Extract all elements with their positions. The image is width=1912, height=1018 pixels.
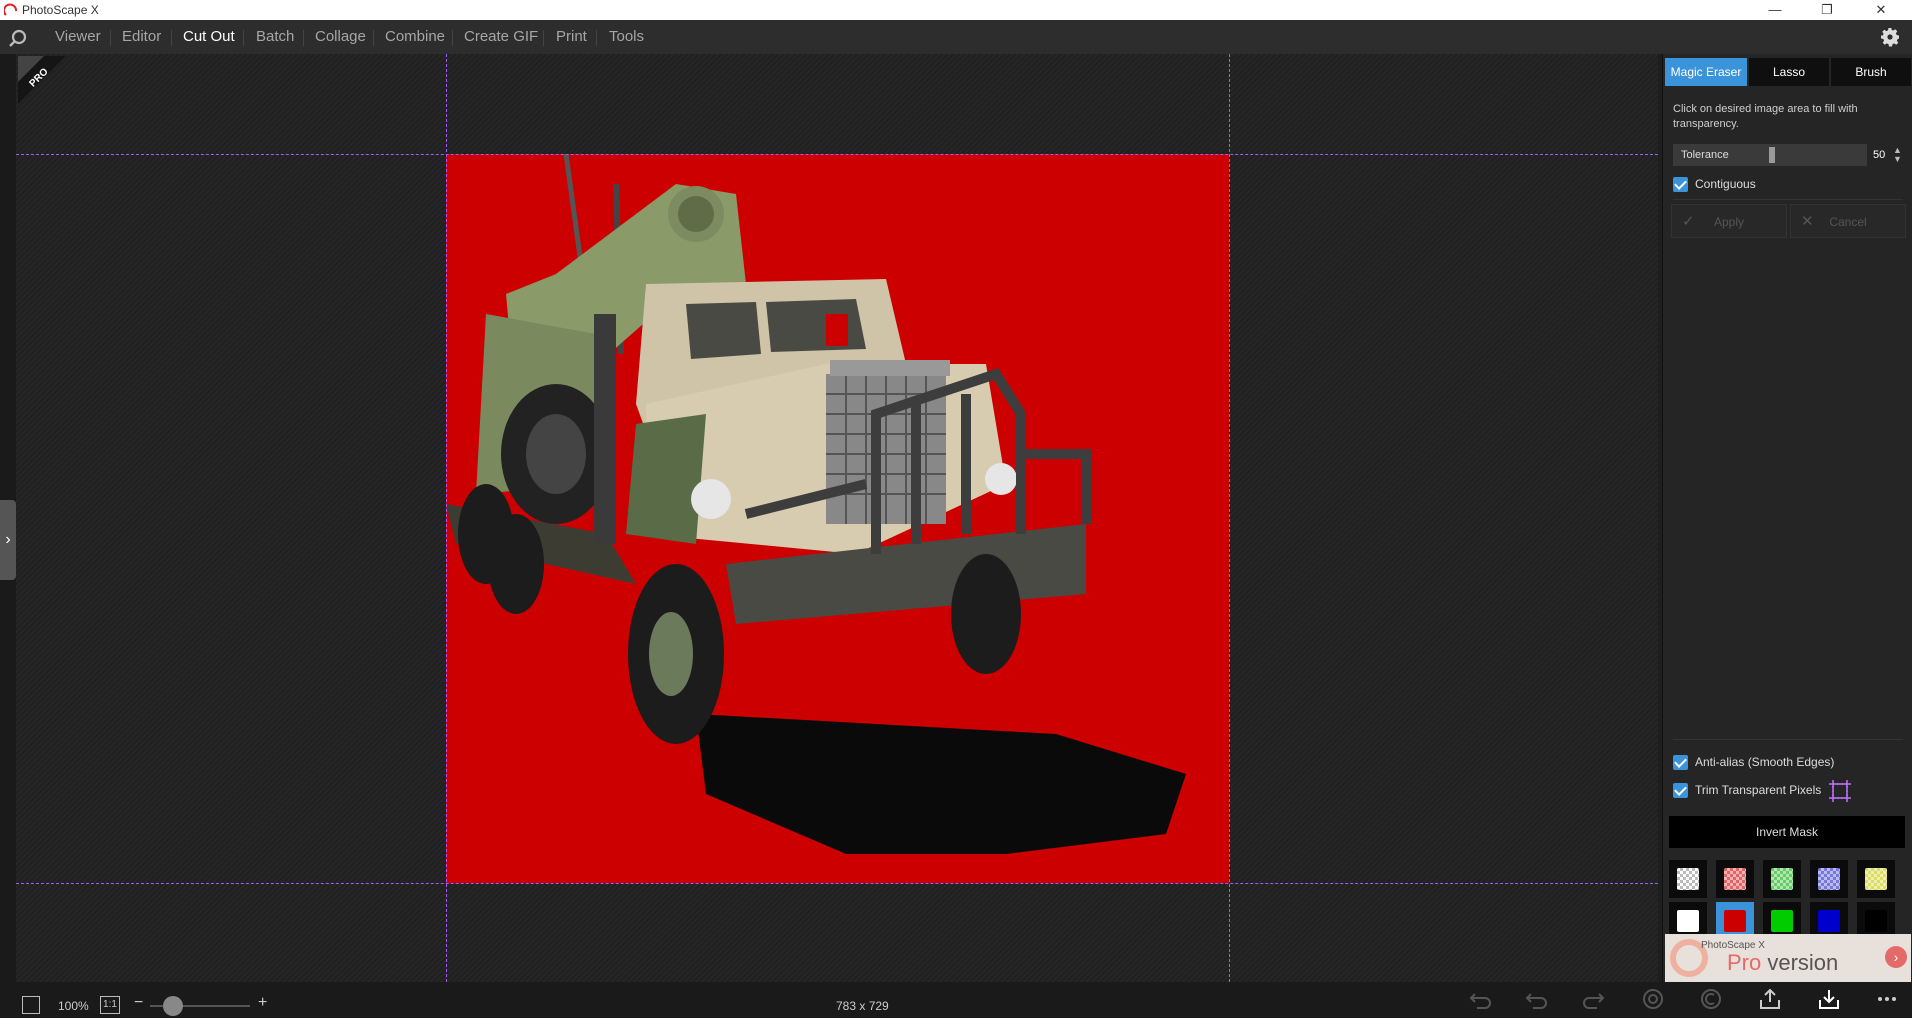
cancel-label: Cancel xyxy=(1829,215,1867,229)
cancel-button[interactable]: ✕ Cancel xyxy=(1790,204,1906,238)
pro-version-banner[interactable]: PhotoScape X Pro version › xyxy=(1665,934,1911,982)
instruction-text: Click on desired image area to fill with… xyxy=(1673,103,1858,130)
zoom-level: 100% xyxy=(58,999,89,1013)
title-bar: PhotoScape X — ❐ ✕ xyxy=(0,0,1912,20)
swatch-light-green-checker[interactable] xyxy=(1763,860,1801,898)
search-icon[interactable] xyxy=(8,28,28,48)
tool-tabs: Magic Eraser Lasso Brush xyxy=(1665,58,1911,86)
tab-lasso[interactable]: Lasso xyxy=(1749,58,1829,86)
menu-separator xyxy=(452,30,453,46)
tolerance-value[interactable]: 50 xyxy=(1873,144,1885,166)
menu-viewer[interactable]: Viewer xyxy=(55,28,101,45)
menu-separator xyxy=(171,30,172,46)
divider xyxy=(1673,739,1903,740)
guide-line-top xyxy=(16,154,1658,155)
trim-option[interactable]: Trim Transparent Pixels xyxy=(1673,782,1893,800)
trim-label: Trim Transparent Pixels xyxy=(1695,783,1822,797)
pro-badge: PRO xyxy=(18,56,66,104)
swatch-color xyxy=(1677,868,1699,890)
anti-alias-label: Anti-alias (Smooth Edges) xyxy=(1695,755,1835,769)
promo-pro: Pro xyxy=(1727,950,1762,975)
tolerance-slider[interactable] xyxy=(1767,144,1867,166)
undo-all-icon[interactable] xyxy=(1464,986,1498,1016)
tab-brush[interactable]: Brush xyxy=(1831,58,1911,86)
menu-print[interactable]: Print xyxy=(556,28,587,45)
menu-separator xyxy=(596,30,597,46)
menu-create-gif[interactable]: Create GIF xyxy=(464,28,538,45)
window-title: PhotoScape X xyxy=(22,3,99,17)
zoom-slider-handle[interactable] xyxy=(163,996,183,1016)
swatch-light-blue-checker[interactable] xyxy=(1810,860,1848,898)
compare-icon[interactable] xyxy=(1636,986,1670,1016)
trim-checkbox[interactable] xyxy=(1673,783,1688,798)
menu-separator xyxy=(243,30,244,46)
menu-separator xyxy=(110,30,111,46)
share-icon[interactable] xyxy=(1753,986,1787,1016)
redo-icon[interactable] xyxy=(1576,986,1610,1016)
guide-line-left xyxy=(446,54,447,982)
more-icon[interactable] xyxy=(1870,986,1904,1016)
menu-separator xyxy=(543,30,544,46)
contiguous-label: Contiguous xyxy=(1695,177,1756,191)
guide-line-right xyxy=(1229,54,1230,982)
minimize-button[interactable]: — xyxy=(1752,0,1798,20)
expand-sidebar-button[interactable]: › xyxy=(0,500,16,580)
undo-icon[interactable] xyxy=(1520,986,1554,1016)
swatch-color xyxy=(1818,868,1840,890)
swatch-color xyxy=(1865,868,1887,890)
apply-label: Apply xyxy=(1713,215,1745,229)
cutout-image[interactable] xyxy=(446,154,1229,883)
trim-crop-icon[interactable] xyxy=(1829,780,1851,802)
swatch-color xyxy=(1771,910,1793,932)
menu-separator xyxy=(373,30,374,46)
swatch-color xyxy=(1865,910,1887,932)
menu-bar: Viewer Editor Cut Out Batch Collage Comb… xyxy=(0,20,1912,54)
status-bar: 100% 1:1 − + 783 x 729 xyxy=(0,982,1912,1018)
tab-magic-eraser[interactable]: Magic Eraser xyxy=(1665,58,1747,86)
swatch-light-yellow-checker[interactable] xyxy=(1857,860,1895,898)
menu-cut-out[interactable]: Cut Out xyxy=(183,28,235,45)
anti-alias-checkbox[interactable] xyxy=(1673,755,1688,770)
divider xyxy=(1673,199,1903,200)
app-logo-icon xyxy=(4,3,17,16)
gear-icon[interactable] xyxy=(1878,25,1902,49)
swatch-color xyxy=(1677,910,1699,932)
swatch-color xyxy=(1724,910,1746,932)
actual-size-button[interactable]: 1:1 xyxy=(100,996,120,1014)
contiguous-option[interactable]: Contiguous xyxy=(1673,176,1873,194)
tolerance-label: Tolerance xyxy=(1673,144,1767,166)
apply-button[interactable]: ✓ Apply xyxy=(1671,204,1787,238)
anti-alias-option[interactable]: Anti-alias (Smooth Edges) xyxy=(1673,754,1893,772)
swatch-color xyxy=(1771,868,1793,890)
image-dimensions: 783 x 729 xyxy=(836,999,889,1013)
arrow-right-icon[interactable]: › xyxy=(1885,946,1907,968)
tolerance-spinner-icon[interactable]: ▲ ▼ xyxy=(1893,146,1902,164)
promo-version: version xyxy=(1761,950,1839,975)
tolerance-slider-handle[interactable] xyxy=(1769,147,1775,163)
menu-collage[interactable]: Collage xyxy=(315,28,366,45)
maximize-button[interactable]: ❐ xyxy=(1804,0,1850,20)
menu-batch[interactable]: Batch xyxy=(256,28,294,45)
zoom-in-button[interactable]: + xyxy=(258,994,267,1012)
contiguous-checkbox[interactable] xyxy=(1673,177,1688,192)
tolerance-control: Tolerance 50 ▲ ▼ xyxy=(1673,144,1903,166)
original-icon[interactable] xyxy=(1694,986,1728,1016)
menu-combine[interactable]: Combine xyxy=(385,28,445,45)
guide-line-bottom xyxy=(16,883,1658,884)
close-button[interactable]: ✕ xyxy=(1858,0,1904,20)
swatch-transparent-checker[interactable] xyxy=(1669,860,1707,898)
save-icon[interactable] xyxy=(1812,986,1846,1016)
zoom-out-button[interactable]: − xyxy=(134,994,143,1012)
promo-pro-text: Pro version xyxy=(1727,950,1838,976)
menu-separator xyxy=(303,30,304,46)
fit-to-window-button[interactable] xyxy=(22,996,40,1014)
swatch-color xyxy=(1818,910,1840,932)
truck-photo[interactable] xyxy=(446,154,1229,883)
invert-mask-button[interactable]: Invert Mask xyxy=(1669,816,1905,848)
swatch-light-red-checker[interactable] xyxy=(1716,860,1754,898)
cutout-panel: Magic Eraser Lasso Brush Click on desire… xyxy=(1662,54,1912,982)
menu-editor[interactable]: Editor xyxy=(122,28,161,45)
menu-tools[interactable]: Tools xyxy=(609,28,644,45)
swatch-color xyxy=(1724,868,1746,890)
